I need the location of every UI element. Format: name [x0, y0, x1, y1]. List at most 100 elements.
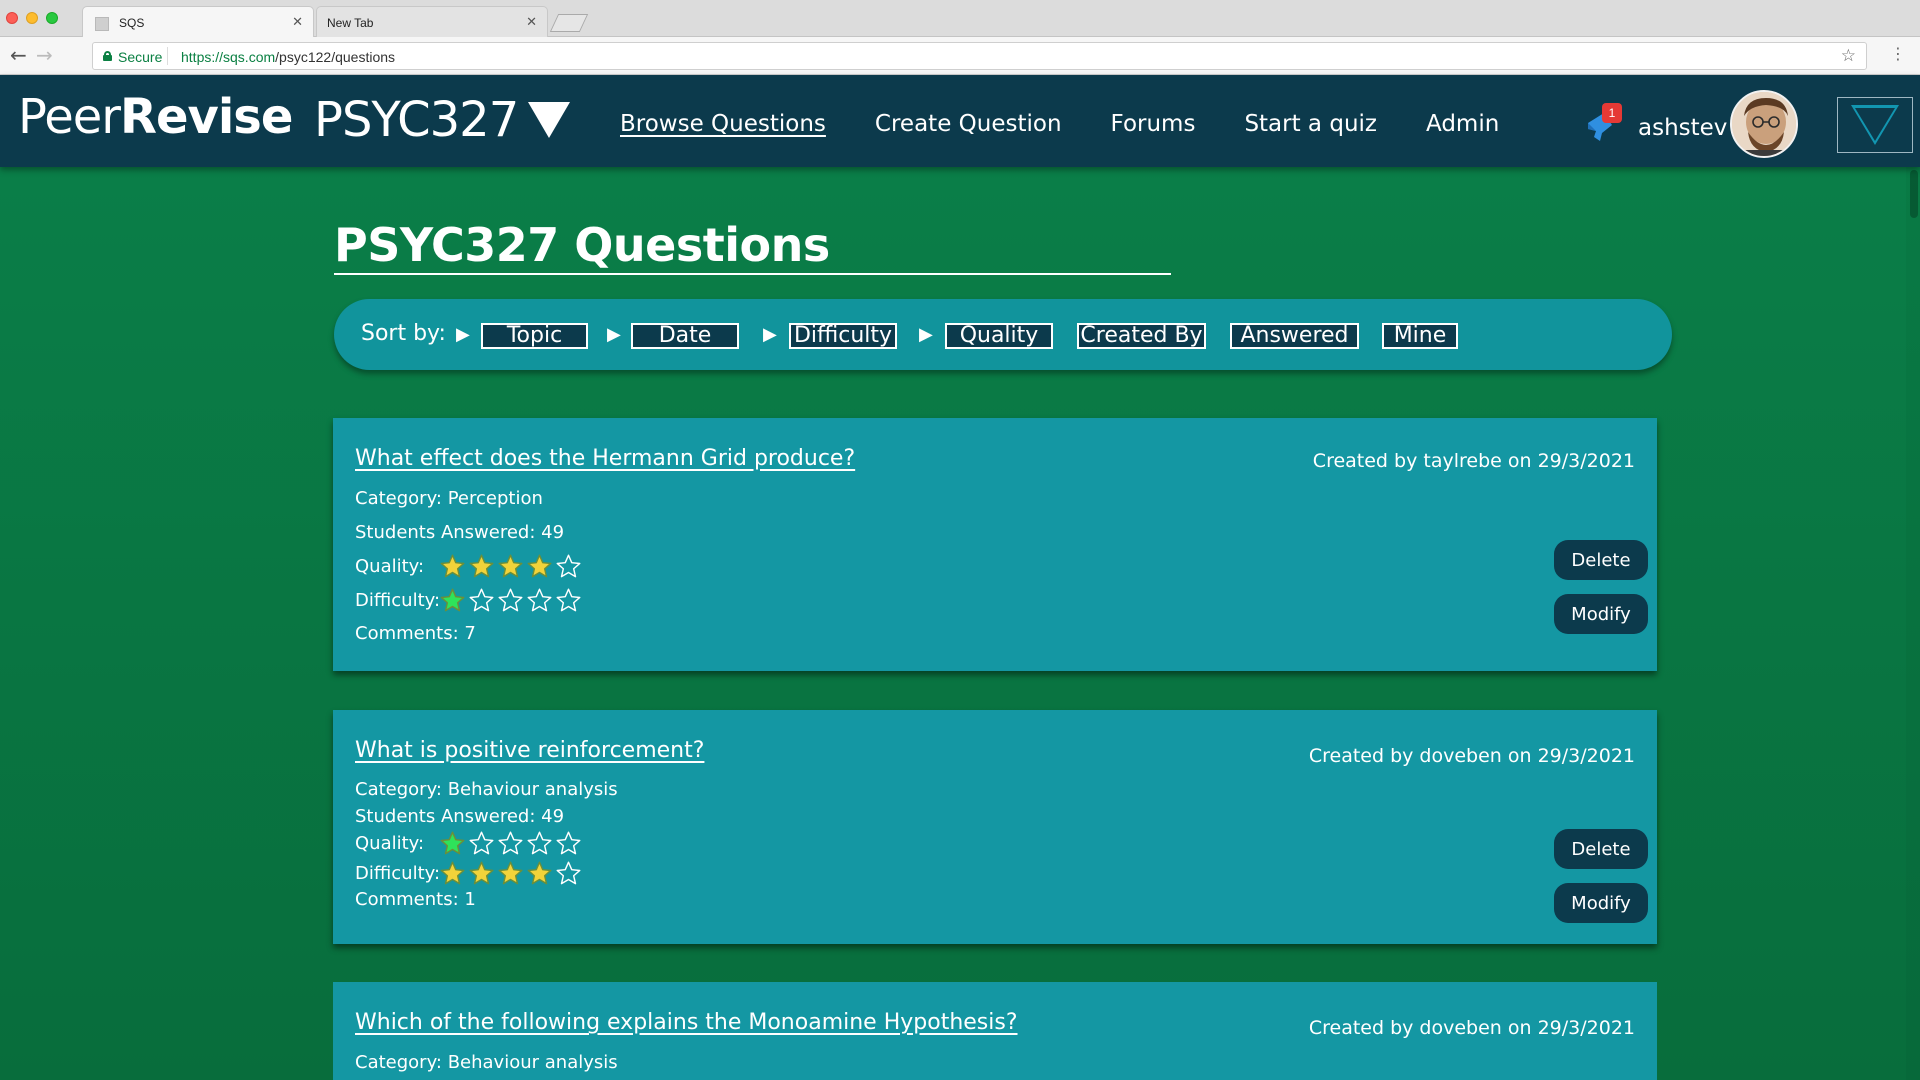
page-title: PSYC327 Questions — [334, 218, 830, 272]
star-outline-icon[interactable] — [497, 587, 524, 614]
sort-arrow-icon: ▶ — [607, 324, 621, 345]
window-maximize-icon[interactable] — [46, 12, 58, 24]
question-created-by: Created by doveben on 29/3/2021 — [1308, 1017, 1635, 1039]
back-arrow-icon[interactable]: ← — [10, 45, 27, 65]
url-host: https://sqs.com — [181, 49, 276, 65]
notification-bell-icon[interactable]: 1 — [1582, 103, 1622, 147]
star-filled-icon[interactable] — [526, 860, 553, 887]
sort-date-button[interactable]: Date — [631, 323, 739, 349]
logo-bold-text: Revise — [120, 89, 293, 145]
question-category: Category: Perception — [355, 488, 543, 509]
difficulty-label: Difficulty: — [355, 863, 441, 884]
sort-bar: Sort by: ▶ Topic ▶ Date ▶ Difficulty ▶ Q… — [334, 299, 1672, 370]
difficulty-label: Difficulty: — [355, 590, 441, 611]
browser-tab-bar: SQS ✕ New Tab ✕ — [0, 0, 1920, 37]
difficulty-stars[interactable] — [439, 587, 582, 614]
star-filled-icon[interactable] — [439, 553, 466, 580]
star-filled-icon[interactable] — [468, 860, 495, 887]
tab-close-icon[interactable]: ✕ — [526, 15, 537, 30]
browser-tab-sqs[interactable]: SQS ✕ — [82, 6, 314, 37]
question-created-by: Created by doveben on 29/3/2021 — [1308, 745, 1635, 767]
star-filled-icon[interactable] — [439, 587, 466, 614]
star-outline-icon[interactable] — [555, 553, 582, 580]
delete-button[interactable]: Delete — [1554, 540, 1648, 580]
delete-button[interactable]: Delete — [1554, 829, 1648, 869]
tab-title: SQS — [119, 16, 145, 30]
sort-mine-button[interactable]: Mine — [1382, 323, 1458, 349]
nav-create-question[interactable]: Create Question — [875, 111, 1062, 137]
question-title-link[interactable]: What is positive reinforcement? — [355, 738, 704, 763]
quality-label: Quality: — [355, 833, 425, 854]
difficulty-stars[interactable] — [439, 860, 582, 887]
course-dropdown-triangle-icon — [528, 102, 571, 138]
sort-difficulty-button[interactable]: Difficulty — [789, 323, 897, 349]
logo-light-text: Peer — [18, 89, 121, 145]
url-path: /psyc122/questions — [275, 49, 396, 65]
star-outline-icon[interactable] — [555, 587, 582, 614]
course-selector[interactable]: PSYC327 — [314, 92, 571, 148]
question-title-link[interactable]: What effect does the Hermann Grid produc… — [355, 446, 855, 471]
new-tab-button[interactable] — [549, 14, 589, 32]
question-comments-count[interactable]: Comments: 1 — [355, 889, 476, 910]
dropdown-triangle-icon — [1851, 105, 1899, 145]
title-underline — [334, 273, 1171, 275]
scrollbar-track[interactable] — [1906, 167, 1920, 1080]
quality-stars[interactable] — [439, 830, 582, 857]
quality-stars[interactable] — [439, 553, 582, 580]
url-text[interactable]: https://sqs.com/psyc122/questions — [181, 49, 395, 65]
sort-arrow-icon: ▶ — [456, 324, 470, 345]
sort-answered-button[interactable]: Answered — [1230, 323, 1359, 349]
star-filled-icon[interactable] — [526, 553, 553, 580]
star-filled-icon[interactable] — [497, 553, 524, 580]
browser-tab-new-tab[interactable]: New Tab ✕ — [316, 6, 548, 37]
star-outline-icon[interactable] — [497, 830, 524, 857]
question-card: What is positive reinforcement? Created … — [333, 710, 1657, 944]
nav-browse-questions[interactable]: Browse Questions — [620, 111, 826, 137]
secure-label: Secure — [118, 49, 163, 65]
page-favicon-icon — [95, 17, 109, 31]
sort-topic-button[interactable]: Topic — [481, 323, 588, 349]
menu-toggle-button[interactable] — [1837, 97, 1913, 153]
modify-button[interactable]: Modify — [1554, 594, 1648, 634]
sort-created-by-button[interactable]: Created By — [1077, 323, 1206, 349]
address-bar[interactable]: Secure https://sqs.com/psyc122/questions… — [92, 42, 1867, 70]
avatar[interactable] — [1730, 90, 1798, 158]
site-logo[interactable]: PeerRevise — [18, 89, 293, 145]
lock-icon — [103, 51, 112, 61]
star-filled-icon[interactable] — [468, 553, 495, 580]
browser-menu-icon[interactable]: ⋮ — [1890, 46, 1906, 62]
nav-start-quiz[interactable]: Start a quiz — [1244, 111, 1377, 137]
difficulty-rating-row: Difficulty: — [355, 587, 582, 614]
tab-title: New Tab — [327, 16, 374, 30]
modify-button[interactable]: Modify — [1554, 883, 1648, 923]
sort-label: Sort by: — [361, 321, 446, 346]
scrollbar-thumb[interactable] — [1910, 170, 1918, 218]
star-filled-icon[interactable] — [439, 830, 466, 857]
window-minimize-icon[interactable] — [26, 12, 38, 24]
difficulty-rating-row: Difficulty: — [355, 860, 582, 887]
quality-label: Quality: — [355, 556, 425, 577]
tab-close-icon[interactable]: ✕ — [292, 15, 303, 30]
nav-forums[interactable]: Forums — [1111, 111, 1196, 137]
sort-quality-button[interactable]: Quality — [945, 323, 1053, 349]
star-outline-icon[interactable] — [468, 587, 495, 614]
notification-count-badge: 1 — [1602, 103, 1622, 123]
star-outline-icon[interactable] — [555, 860, 582, 887]
star-filled-icon[interactable] — [497, 860, 524, 887]
star-outline-icon[interactable] — [555, 830, 582, 857]
bookmark-star-icon[interactable]: ☆ — [1841, 46, 1856, 66]
question-title-link[interactable]: Which of the following explains the Mono… — [355, 1010, 1018, 1035]
question-comments-count[interactable]: Comments: 7 — [355, 623, 476, 644]
star-filled-icon[interactable] — [439, 860, 466, 887]
star-outline-icon[interactable] — [526, 587, 553, 614]
star-outline-icon[interactable] — [468, 830, 495, 857]
main-nav: Browse Questions Create Question Forums … — [620, 111, 1499, 137]
quality-rating-row: Quality: — [355, 830, 582, 857]
forward-arrow-icon[interactable]: → — [36, 45, 53, 65]
star-outline-icon[interactable] — [526, 830, 553, 857]
sort-arrow-icon: ▶ — [763, 324, 777, 345]
nav-admin[interactable]: Admin — [1426, 111, 1499, 137]
window-close-icon[interactable] — [6, 12, 18, 24]
username[interactable]: ashstev — [1638, 115, 1727, 141]
question-card: What effect does the Hermann Grid produc… — [333, 418, 1657, 671]
